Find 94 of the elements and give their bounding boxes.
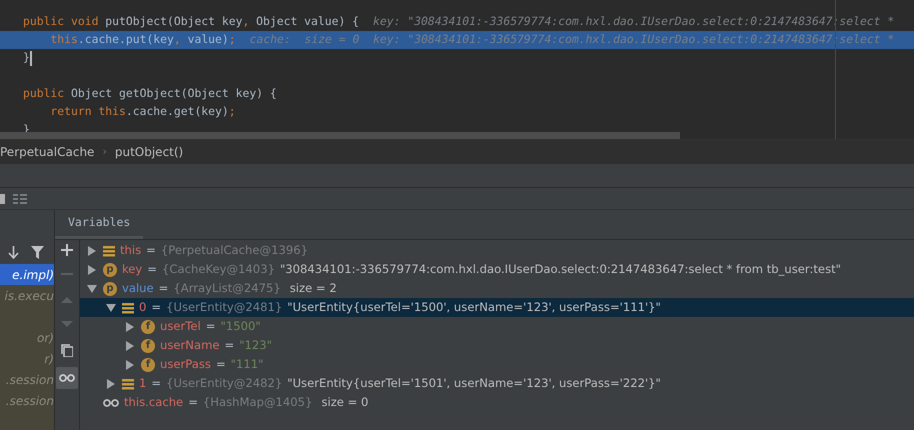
expand-arrow-icon[interactable] (106, 378, 116, 388)
variable-value: "308434101:-336579774:com.hxl.dao.IUserDao.select:0:2147483647:select * from tb_user:test" (280, 260, 841, 278)
string-value: "1500" (220, 318, 261, 335)
breadcrumb-item[interactable]: PerpetualCache (0, 143, 94, 161)
inline-debug-value: key: "308434101:-336579774:com.hxl.dao.IUserDao.select:0:2147483647:select * (373, 13, 894, 30)
code-token: public void (23, 13, 100, 30)
code-token: Object getObject(Object key) { (70, 85, 277, 102)
code-token: .cache.get(key) (126, 103, 229, 120)
object-type: {ArrayList@2475} (173, 280, 281, 297)
tree-row[interactable]: 0 = {UserEntity@2481} "UserEntity{userTel='1500', userName='123', userPass='111'}" (80, 298, 914, 317)
code-token: Object value) { (255, 13, 360, 30)
collapse-arrow-icon[interactable] (106, 302, 116, 312)
variable-name: 1 (139, 374, 146, 392)
code-token: ; (228, 103, 236, 120)
variable-name: 0 (139, 298, 146, 316)
variable-name: this (120, 242, 142, 259)
tree-row[interactable]: f userPass = "111" (80, 355, 914, 374)
breadcrumb-separator: › (102, 144, 107, 160)
equals-sign: = (216, 356, 226, 373)
stack-frame[interactable]: .session (0, 390, 54, 411)
field-icon: f (141, 320, 155, 334)
object-type: {PerpetualCache@1396} (160, 242, 308, 259)
stack-frame[interactable]: .session (0, 369, 54, 390)
glasses-icon (103, 398, 119, 408)
variable-name: this.cache (124, 394, 184, 411)
copy-icon[interactable] (61, 344, 73, 357)
stack-frame[interactable]: e.impl) (0, 264, 54, 285)
expand-arrow-icon[interactable] (125, 340, 135, 350)
expand-arrow-icon[interactable] (125, 322, 135, 332)
breadcrumb-item[interactable]: putObject() (114, 143, 184, 161)
tree-row[interactable]: p key = {CacheKey@1403} "308434101:-336579774:com.hxl.dao.IUserDao.select:0:2147483647:select * from tb_user:test" (80, 260, 914, 279)
collapse-arrow-icon[interactable] (87, 284, 97, 294)
stack-frame[interactable]: is.execu (0, 285, 54, 306)
variable-name: key (122, 260, 142, 278)
expand-arrow-icon[interactable] (87, 246, 97, 256)
tree-row[interactable]: this = {PerpetualCache@1396} (80, 241, 914, 260)
object-type: {UserEntity@2481} (166, 298, 282, 316)
tree-row[interactable]: p value = {ArrayList@2475} size = 2 (80, 279, 914, 298)
stack-icon (122, 302, 134, 314)
equals-sign: = (158, 280, 168, 297)
code-token: this (49, 31, 78, 48)
code-token: value) (186, 31, 229, 48)
stack-frame[interactable]: r) (0, 348, 54, 369)
variable-name: userName (160, 336, 220, 354)
code-token: } (23, 49, 30, 66)
variables-tab[interactable]: Variables (55, 209, 144, 239)
code-token: , (174, 31, 181, 48)
object-type: {CacheKey@1403} (162, 260, 275, 278)
variable-name: userPass (160, 356, 211, 373)
equals-sign: = (151, 298, 162, 316)
stack-icon (122, 378, 134, 390)
code-token: .cache.put(key (78, 31, 174, 48)
code-editor[interactable] (0, 0, 914, 140)
equals-sign: = (147, 260, 158, 278)
plus-icon[interactable] (61, 244, 73, 256)
object-type: {UserEntity@2482} (166, 374, 282, 392)
tree-row[interactable]: 1 = {UserEntity@2482} "UserEntity{userTel='1501', userName='123', userPass='222'}" (80, 374, 914, 393)
tree-row[interactable]: f userTel = "1500" (80, 317, 914, 336)
string-value: "123" (239, 336, 272, 354)
watches-toggle[interactable] (56, 367, 78, 389)
size-label: size = 2 (290, 280, 337, 297)
expand-arrow-icon[interactable] (87, 264, 97, 274)
variable-value: "UserEntity{userTel='1501', userName='123', userPass='222'}" (287, 374, 661, 392)
filter-icon[interactable] (31, 246, 44, 258)
size-label: size = 0 (321, 394, 368, 411)
horizontal-scrollbar[interactable] (0, 132, 680, 139)
variable-name: userTel (160, 318, 201, 335)
text-caret (30, 50, 32, 66)
code-token: return this (49, 103, 126, 120)
code-token: public (23, 85, 64, 102)
stack-frame[interactable]: or) (0, 327, 54, 348)
parameter-icon: p (103, 262, 117, 276)
down-arrow-icon[interactable] (8, 246, 19, 258)
code-token: ; (228, 31, 236, 48)
expand-arrow-icon[interactable] (125, 360, 135, 370)
object-type: {HashMap@1405} (202, 394, 312, 411)
variable-name: value (122, 280, 154, 297)
equals-sign: = (206, 318, 216, 335)
equals-sign: = (151, 374, 162, 392)
equals-sign: = (188, 394, 198, 411)
field-icon: f (141, 358, 155, 372)
equals-sign: = (224, 336, 234, 354)
tree-row[interactable]: f userName = "123" (80, 336, 914, 355)
glasses-icon (59, 373, 75, 383)
tree-row[interactable]: this.cache = {HashMap@1405} size = 0 (80, 393, 914, 412)
equals-sign: = (146, 242, 156, 259)
string-value: "111" (230, 356, 264, 373)
parameter-icon: p (103, 282, 117, 296)
variable-value: "UserEntity{userTel='1500', userName='123', userPass='111'}" (287, 298, 661, 316)
stack-icon (103, 244, 115, 256)
list-icon[interactable] (13, 192, 27, 204)
code-token: , (242, 13, 250, 30)
code-token: putObject(Object key (105, 13, 242, 30)
field-icon: f (141, 338, 155, 352)
